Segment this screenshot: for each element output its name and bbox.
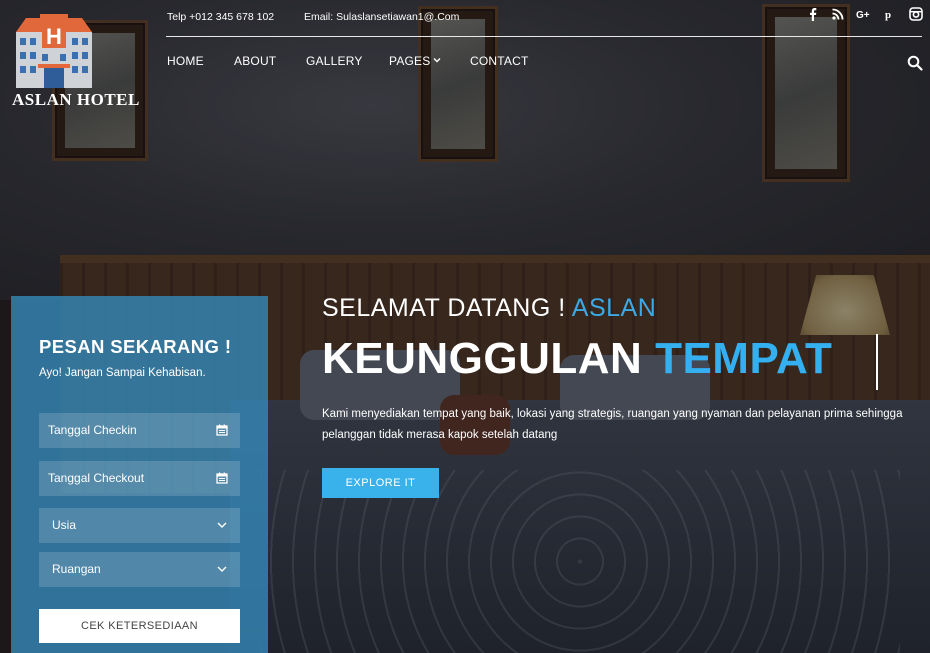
- instagram-icon[interactable]: [909, 7, 925, 23]
- booking-subtitle: Ayo! Jangan Sampai Kehabisan.: [39, 367, 206, 379]
- nav-home[interactable]: HOME: [167, 54, 204, 68]
- booking-panel: PESAN SEKARANG ! Ayo! Jangan Sampai Keha…: [11, 296, 268, 653]
- svg-text:G+: G+: [856, 10, 870, 21]
- hero-description: Kami menyediakan tempat yang baik, lokas…: [322, 408, 903, 441]
- google-plus-icon[interactable]: G+: [856, 7, 872, 23]
- hero-welcome-prefix: SELAMAT DATANG !: [322, 294, 566, 322]
- pinterest-icon[interactable]: p: [883, 7, 899, 23]
- nav-pages[interactable]: PAGES: [389, 54, 441, 68]
- checkin-date-field[interactable]: Tanggal Checkin: [39, 413, 240, 448]
- nav-gallery[interactable]: GALLERY: [306, 54, 363, 68]
- contact-email[interactable]: Email: Sulaslansetiawan1@.Com: [304, 11, 459, 23]
- chevron-down-icon: [217, 522, 227, 528]
- checkout-date-field[interactable]: Tanggal Checkout: [39, 461, 240, 496]
- room-select-value: Ruangan: [52, 562, 101, 576]
- svg-text:H: H: [46, 24, 62, 49]
- hero-welcome-accent: ASLAN: [571, 294, 657, 322]
- hotel-building-icon: H: [16, 14, 92, 88]
- checkout-placeholder: Tanggal Checkout: [48, 471, 145, 485]
- search-icon[interactable]: [907, 55, 923, 71]
- age-select-value: Usia: [52, 518, 77, 532]
- hero-welcome: SELAMAT DATANG ! ASLAN: [322, 294, 656, 323]
- calendar-icon: [216, 424, 228, 436]
- nav-about[interactable]: ABOUT: [234, 54, 276, 68]
- hero-headline: KEUNGGULAN TEMPAT: [322, 334, 832, 384]
- contact-phone: Telp +012 345 678 102: [167, 11, 275, 23]
- rss-icon[interactable]: [831, 7, 847, 23]
- header-divider: [166, 36, 922, 37]
- age-select[interactable]: Usia: [39, 508, 240, 543]
- svg-text:p: p: [885, 9, 891, 21]
- booking-title: PESAN SEKARANG !: [39, 336, 232, 357]
- room-select[interactable]: Ruangan: [39, 552, 240, 587]
- nav-contact[interactable]: CONTACT: [470, 54, 529, 68]
- explore-button[interactable]: EXPLORE IT: [322, 468, 439, 498]
- check-availability-button[interactable]: CEK KETERSEDIAAN: [39, 609, 240, 643]
- logo-text: ASLAN HOTEL: [12, 90, 140, 109]
- nav-pages-label: PAGES: [389, 54, 431, 68]
- calendar-icon: [216, 472, 228, 484]
- hero-headline-accent: TEMPAT: [655, 334, 833, 383]
- checkin-placeholder: Tanggal Checkin: [48, 423, 137, 437]
- hotel-logo[interactable]: H ASLAN HOTEL: [12, 12, 144, 112]
- chevron-down-icon: [433, 58, 441, 63]
- typing-cursor: [876, 334, 878, 390]
- chevron-down-icon: [217, 566, 227, 572]
- hero-headline-prefix: KEUNGGULAN: [322, 334, 643, 383]
- facebook-icon[interactable]: [806, 7, 822, 23]
